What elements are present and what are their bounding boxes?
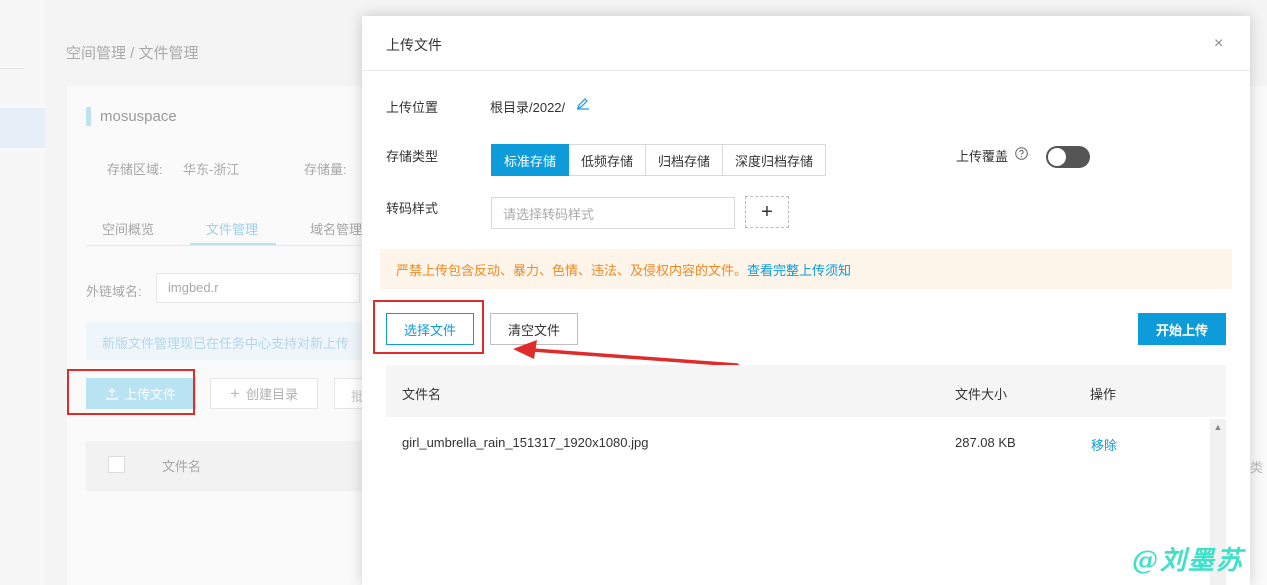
transcode-style-label: 转码样式	[386, 201, 439, 216]
tab-overview[interactable]: 空间概览	[102, 219, 154, 238]
storage-type-deep-archive[interactable]: 深度归档存储	[723, 144, 827, 176]
column-file-name: 文件名	[402, 387, 442, 402]
start-upload-button[interactable]: 开始上传	[1138, 313, 1226, 345]
upload-warning-banner: 严禁上传包含反动、暴力、色情、违法、及侵权内容的文件。 查看完整上传须知	[380, 249, 1232, 289]
domain-label: 外链域名:	[86, 284, 142, 299]
tab-domain-management[interactable]: 域名管理	[310, 219, 362, 238]
transcode-style-select[interactable]: 请选择转码样式	[491, 197, 735, 229]
close-icon[interactable]: ×	[1214, 35, 1223, 53]
toggle-knob	[1048, 148, 1066, 166]
storage-type-selector: 标准存储 低频存储 归档存储 深度归档存储	[491, 144, 827, 176]
upload-rules-link[interactable]: 查看完整上传须知	[747, 260, 851, 279]
table-row-file-size: 287.08 KB	[955, 435, 1016, 450]
column-actions: 操作	[1090, 387, 1117, 402]
warning-text: 严禁上传包含反动、暴力、色情、违法、及侵权内容的文件。	[396, 262, 748, 278]
left-nav	[0, 0, 45, 585]
highlight-box-choose	[373, 300, 484, 354]
edit-icon[interactable]	[576, 96, 590, 110]
column-filename: 文件名	[162, 459, 202, 474]
table-row-file-name: girl_umbrella_rain_151317_1920x1080.jpg	[402, 435, 649, 450]
notice-text: 新版文件管理现已在任务中心支持对新上传	[102, 336, 350, 351]
left-nav-active-item[interactable]	[0, 108, 45, 148]
overwrite-label: 上传覆盖	[956, 149, 1009, 164]
domain-input[interactable]: imgbed.r	[156, 273, 360, 303]
storage-type-infrequent[interactable]: 低频存储	[569, 144, 647, 176]
space-title-accent	[86, 107, 91, 126]
dialog-title: 上传文件	[386, 37, 442, 53]
space-name: mosuspace	[100, 108, 177, 125]
create-directory-button[interactable]: + 创建目录	[210, 378, 318, 409]
breadcrumb: 空间管理 / 文件管理	[66, 45, 199, 62]
tabs-divider	[86, 245, 366, 246]
scroll-up-icon[interactable]: ▲	[1210, 419, 1226, 435]
overwrite-toggle[interactable]	[1046, 146, 1090, 168]
column-type-fragment: 类	[1250, 460, 1264, 475]
add-style-button[interactable]: +	[745, 196, 789, 228]
column-file-size: 文件大小	[955, 387, 1008, 402]
plus-icon: +	[230, 383, 240, 403]
region-label: 存储区域:	[107, 162, 163, 177]
watermark: @刘墨苏	[1132, 546, 1245, 576]
storage-type-label: 存储类型	[386, 149, 439, 164]
create-directory-label: 创建目录	[245, 387, 298, 402]
help-icon[interactable]	[1015, 147, 1028, 160]
left-nav-divider	[0, 68, 24, 69]
upload-location-value: 根目录/2022/	[490, 100, 566, 115]
storage-type-standard[interactable]: 标准存储	[491, 144, 570, 176]
upload-dialog: 上传文件 × 上传位置 根目录/2022/ 存储类型 标准存储 低频存储 归档存…	[362, 16, 1250, 585]
highlight-box-upload	[67, 369, 195, 415]
dialog-header-divider	[362, 70, 1250, 71]
upload-location-label: 上传位置	[386, 100, 439, 115]
tab-file-management[interactable]: 文件管理	[206, 219, 258, 238]
storage-type-archive[interactable]: 归档存储	[646, 144, 724, 176]
region-value: 华东-浙江	[183, 162, 240, 177]
select-all-checkbox[interactable]	[108, 456, 125, 473]
remove-file-link[interactable]: 移除	[1091, 435, 1117, 454]
file-table-header	[86, 441, 366, 491]
storage-label: 存储量:	[304, 162, 347, 177]
tab-active-indicator	[190, 243, 276, 245]
